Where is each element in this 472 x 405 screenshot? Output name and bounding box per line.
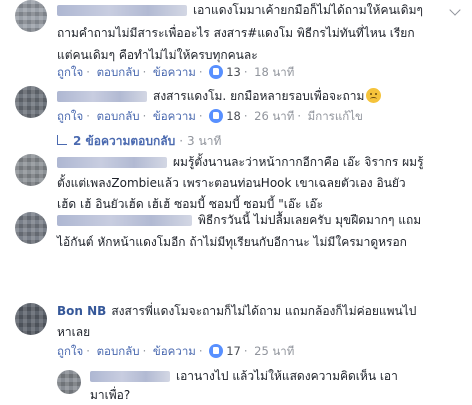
comment-line: สงสารแดงโม. ยกมือหลายรอบเพื่อจะถาม xyxy=(153,89,365,103)
separator: · xyxy=(198,109,203,123)
like-link[interactable]: ถูกใจ xyxy=(57,109,83,123)
avatar[interactable] xyxy=(15,154,47,186)
comment-thread: เอาแดงโมมาเค้ายกมือก็ไม่ได้ถามให้คนเดิมๆ… xyxy=(0,0,472,405)
timestamp[interactable]: 26 นาที xyxy=(254,109,294,123)
reply-arrow-icon xyxy=(57,135,67,145)
comment-line: ผมรู้ตั้งนานละว่าหน้ากากอีกาคือ เอ๊ะ จิร… xyxy=(173,155,424,169)
separator: · xyxy=(142,65,147,79)
comment-text: เอาแดงโมมาเค้ายกมือก็ไม่ได้ถามให้คนเดิมๆ… xyxy=(57,2,423,64)
comment-line: หาเลย xyxy=(57,325,91,339)
comment-line: เอานางไป แล้วไม่ให้แสดงความคิดเห็น เอา xyxy=(176,369,398,383)
reaction-count[interactable]: 17 xyxy=(226,344,241,358)
separator: · xyxy=(142,109,147,123)
avatar[interactable] xyxy=(15,0,47,32)
separator: · xyxy=(86,65,90,79)
reply-link[interactable]: ตอบกลับ xyxy=(97,65,140,79)
options-chevron-icon[interactable] xyxy=(449,4,461,16)
comment-text: เอานางไป แล้วไม่ให้แสดงความคิดเห็น เอา ม… xyxy=(90,368,398,404)
separator: · xyxy=(243,65,248,79)
comment-line: เฮ้ด เฮ้ อินยัวเฮ้ด เฮ้เฮ้ ซอมบี้ ซอมบี้… xyxy=(57,197,324,211)
comment-line: ไอ้กันต์ หักหน้าแดงโมอีก ถ้าไม่มีทุเรียน… xyxy=(57,235,407,249)
separator: · xyxy=(297,109,301,123)
comment-text: พิธีกรวันนี้ ไม่ปลื้มเลยครับ มุขฝืดมากๆ … xyxy=(57,212,421,251)
edited-label[interactable]: มีการแก้ไข xyxy=(308,109,363,123)
separator: · xyxy=(243,344,248,358)
comment-actions: ถูกใจ · ตอบกลับ · ข้อความ · 17 · 25 นาที xyxy=(57,343,294,359)
comment-actions: ถูกใจ · ตอบกลับ · ข้อความ · 13 · 18 นาที xyxy=(57,64,294,80)
avatar[interactable] xyxy=(57,370,81,394)
like-reaction-icon xyxy=(209,344,224,358)
comment-line: แต่คนเดิมๆ คือทำไม่ไม่ให้ครบทุกคนละ xyxy=(57,48,258,62)
sad-face-icon xyxy=(366,88,382,103)
replies-timestamp: 3 นาที xyxy=(187,134,222,148)
comment-line: พิธีกรวันนี้ ไม่ปลื้มเลยครับ มุขฝืดมากๆ … xyxy=(198,213,422,227)
comment-line: สงสารพี่แดงโมจะถามก็ไม่ได้ถาม แถมกล้องก็… xyxy=(111,304,417,318)
replies-count-label: 2 ข้อความตอบกลับ xyxy=(73,134,176,148)
user-name[interactable] xyxy=(57,215,192,226)
reply-link[interactable]: ตอบกลับ xyxy=(97,109,140,123)
timestamp[interactable]: 18 นาที xyxy=(254,65,294,79)
like-link[interactable]: ถูกใจ xyxy=(57,344,83,358)
comment-text: สงสารแดงโม. ยกมือหลายรอบเพื่อจะถาม xyxy=(57,88,382,105)
message-link[interactable]: ข้อความ xyxy=(153,65,196,79)
timestamp[interactable]: 25 นาที xyxy=(254,344,294,358)
comment-line: มาเพื่อ? xyxy=(90,388,131,402)
separator: · xyxy=(198,344,203,358)
user-name[interactable] xyxy=(57,5,187,16)
separator: · xyxy=(179,134,184,148)
comment-text: Bon NB สงสารพี่แดงโมจะถามก็ไม่ได้ถาม แถมก… xyxy=(57,303,416,341)
user-name[interactable] xyxy=(57,157,167,168)
avatar[interactable] xyxy=(15,303,47,335)
avatar[interactable] xyxy=(15,86,47,118)
view-replies-link[interactable]: 2 ข้อความตอบกลับ · 3 นาที xyxy=(57,132,221,151)
comment-actions: ถูกใจ · ตอบกลับ · ข้อความ · 18 · 26 นาที · มี… xyxy=(57,108,363,124)
separator: · xyxy=(198,65,203,79)
message-link[interactable]: ข้อความ xyxy=(153,109,196,123)
like-link[interactable]: ถูกใจ xyxy=(57,65,83,79)
comment-line: ถามคำถามไม่มีสาระเพื่ออะไร สงสาร#แดงโม พ… xyxy=(57,26,415,40)
message-link[interactable]: ข้อความ xyxy=(153,344,196,358)
reply-link[interactable]: ตอบกลับ xyxy=(97,344,140,358)
avatar[interactable] xyxy=(15,212,47,244)
reaction-count[interactable]: 18 xyxy=(226,109,241,123)
separator: · xyxy=(243,109,248,123)
user-name[interactable] xyxy=(57,91,147,102)
user-name[interactable] xyxy=(90,371,170,382)
user-name[interactable]: Bon NB xyxy=(57,304,106,318)
separator: · xyxy=(86,344,90,358)
separator: · xyxy=(86,109,90,123)
separator: · xyxy=(142,344,147,358)
comment-line: เอาแดงโมมาเค้ายกมือก็ไม่ได้ถามให้คนเดิมๆ xyxy=(193,3,423,17)
comment-text: ผมรู้ตั้งนานละว่าหน้ากากอีกาคือ เอ๊ะ จิร… xyxy=(57,154,424,213)
comment-line: ตั้งแต่เพลงZombieแล้ว เพราะตอนท่อนHook เ… xyxy=(57,176,406,190)
like-reaction-icon xyxy=(209,109,224,123)
like-reaction-icon xyxy=(209,65,224,79)
reaction-count[interactable]: 13 xyxy=(226,65,241,79)
